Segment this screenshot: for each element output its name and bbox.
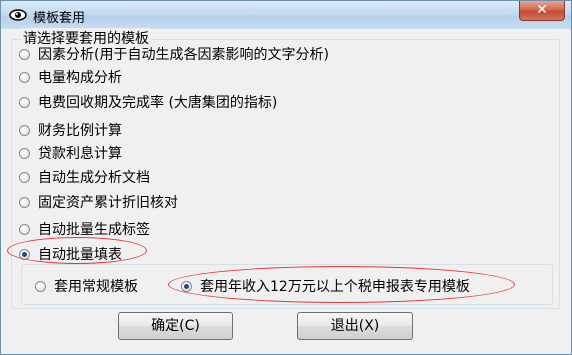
radio-circle[interactable] (19, 124, 30, 136)
exit-button[interactable]: 退出(X) (297, 312, 413, 340)
radio-option-loan-interest[interactable]: 贷款利息计算 (19, 143, 122, 163)
radio-circle[interactable] (19, 71, 30, 83)
radio-label: 贷款利息计算 (38, 146, 122, 162)
annotation-ellipse (7, 237, 147, 264)
close-icon: ✕ (536, 2, 548, 18)
radio-circle[interactable] (19, 196, 30, 208)
radio-label: 自动生成分析文档 (38, 170, 150, 186)
radio-option-regular-template[interactable]: 套用常规模板 (35, 276, 138, 296)
radio-option-depreciation[interactable]: 固定资产累计折旧核对 (19, 192, 178, 212)
title-bar[interactable]: 模板套用 ✕ (1, 1, 571, 29)
radio-label: 因素分析(用于自动生成各因素影响的文字分析) (38, 47, 329, 63)
radio-circle[interactable] (19, 223, 30, 235)
radio-circle[interactable] (19, 171, 30, 183)
close-button[interactable]: ✕ (519, 1, 565, 21)
ok-button[interactable]: 确定(C) (118, 312, 233, 340)
radio-option-power-composition[interactable]: 电量构成分析 (19, 67, 122, 87)
radio-option-finance-ratio[interactable]: 财务比例计算 (19, 120, 122, 140)
radio-label: 自动批量生成标签 (38, 222, 150, 238)
radio-option-factor-analysis[interactable]: 因素分析(用于自动生成各因素影响的文字分析) (19, 44, 329, 64)
radio-label: 套用常规模板 (54, 279, 138, 295)
window-title: 模板套用 (33, 11, 86, 26)
eye-icon (9, 6, 27, 24)
annotation-ellipse (168, 266, 515, 303)
radio-circle[interactable] (19, 48, 30, 60)
radio-circle[interactable] (19, 147, 30, 159)
radio-option-fee-recovery[interactable]: 电费回收期及完成率 (大唐集团的指标) (19, 92, 277, 112)
radio-label: 财务比例计算 (38, 123, 122, 139)
radio-label: 电费回收期及完成率 (大唐集团的指标) (38, 95, 278, 111)
radio-option-batch-labels[interactable]: 自动批量生成标签 (19, 219, 150, 239)
radio-label: 固定资产累计折旧核对 (38, 195, 178, 211)
radio-option-auto-doc[interactable]: 自动生成分析文档 (19, 167, 150, 187)
radio-circle[interactable] (35, 280, 46, 292)
radio-circle[interactable] (19, 96, 30, 108)
dialog-window: 模板套用 ✕ 请选择要套用的模板 因素分析(用于自动生成各因素影响的文字分析) … (0, 0, 572, 355)
radio-label: 电量构成分析 (38, 70, 122, 86)
